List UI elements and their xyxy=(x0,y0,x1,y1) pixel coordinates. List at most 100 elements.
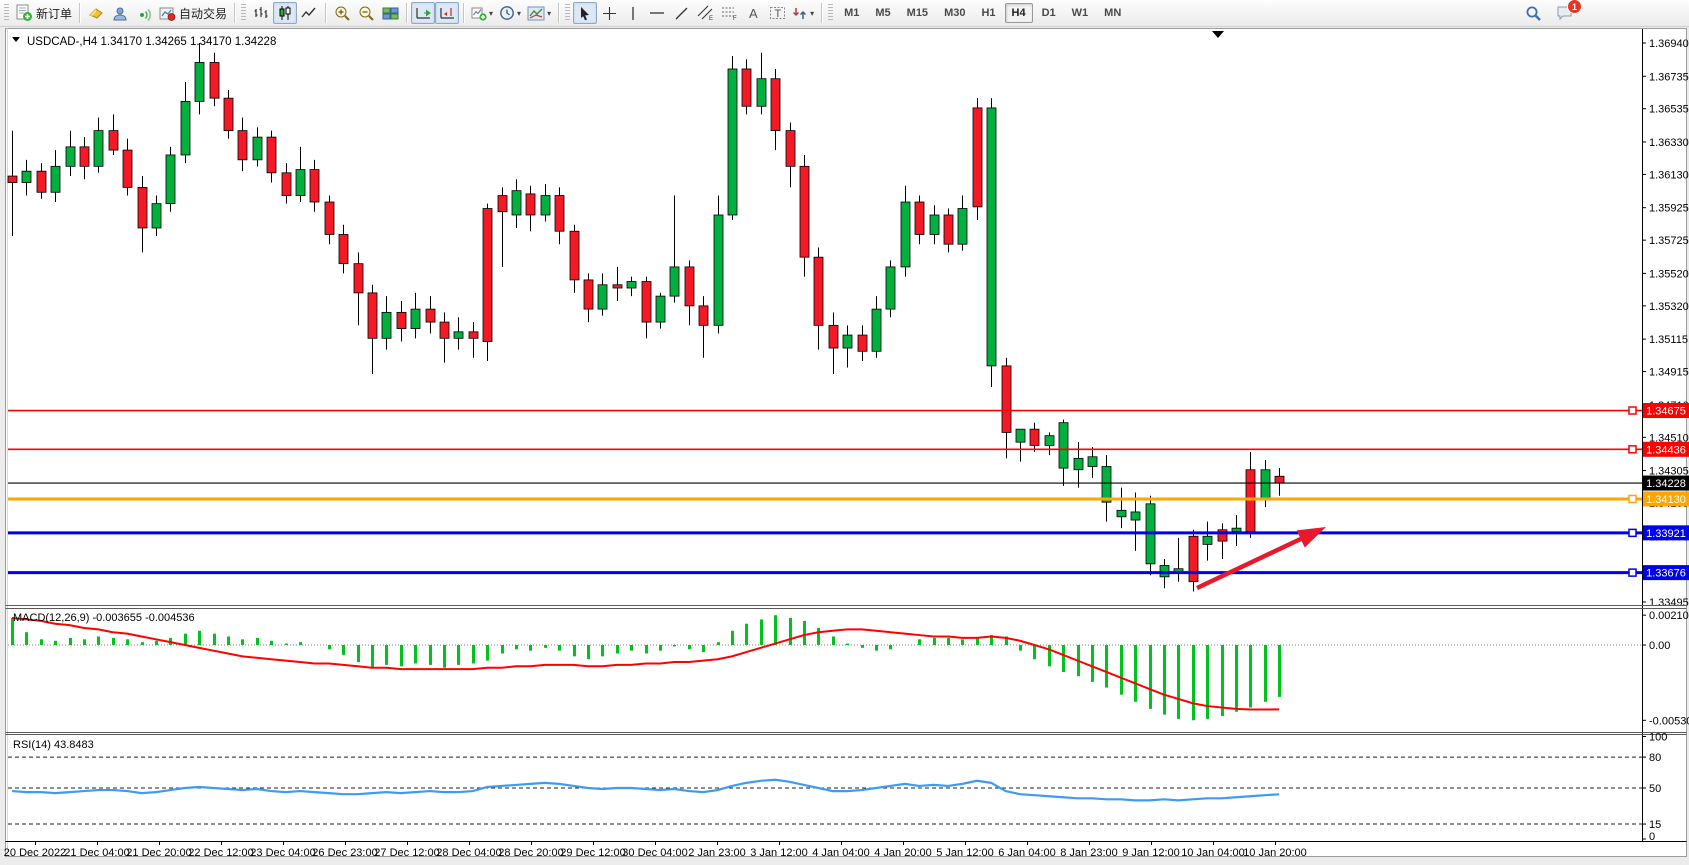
candlestick-icon xyxy=(277,5,293,21)
candle-body xyxy=(454,332,463,338)
timeframe-m30-button[interactable]: M30 xyxy=(937,3,972,23)
candle-body xyxy=(195,62,204,101)
candle-body xyxy=(915,202,924,234)
line-chart-mode-button[interactable] xyxy=(297,2,321,24)
hline-price-label-text: 1.33921 xyxy=(1646,528,1686,540)
auto-trading-icon xyxy=(159,6,176,21)
profile-icon xyxy=(112,6,128,21)
signal-button[interactable] xyxy=(132,2,156,24)
candle-body xyxy=(224,98,233,130)
add-indicator-icon xyxy=(471,6,487,21)
rsi-tick-label: 50 xyxy=(1649,783,1661,795)
profile-button[interactable] xyxy=(108,2,132,24)
candle-body xyxy=(1059,423,1068,468)
new-order-button[interactable]: 新订单 xyxy=(12,2,75,24)
svg-text:T: T xyxy=(774,8,781,20)
hline-marker[interactable] xyxy=(1629,446,1636,453)
candle-body xyxy=(51,166,60,192)
toolbar-separator xyxy=(406,3,407,23)
candle-body xyxy=(354,264,363,293)
price-tick-label: 1.35925 xyxy=(1649,203,1689,215)
chart-window[interactable]: USDCAD-,H4 1.34170 1.34265 1.34170 1.342… xyxy=(0,26,1689,865)
timeframe-d1-button[interactable]: D1 xyxy=(1035,3,1063,23)
chart-canvas[interactable]: USDCAD-,H4 1.34170 1.34265 1.34170 1.342… xyxy=(0,26,1689,865)
price-tick-label: 1.36940 xyxy=(1649,38,1689,50)
add-indicator-button[interactable]: ▾ xyxy=(468,2,496,24)
bar-chart-mode-button[interactable] xyxy=(249,2,273,24)
candle-body xyxy=(440,322,449,338)
hline-marker[interactable] xyxy=(1629,529,1636,536)
candle-body xyxy=(66,147,75,166)
search-button[interactable] xyxy=(1521,2,1545,24)
template-icon xyxy=(527,6,545,21)
auto-trading-button[interactable]: 自动交易 xyxy=(156,2,230,24)
timeframe-h4-button[interactable]: H4 xyxy=(1005,3,1033,23)
timeframe-m15-button[interactable]: M15 xyxy=(900,3,935,23)
timeframe-m5-button[interactable]: M5 xyxy=(868,3,897,23)
trendline-tool-button[interactable] xyxy=(669,2,693,24)
price-tick-label: 1.34915 xyxy=(1649,367,1689,379)
text-label-tool-button[interactable]: T xyxy=(765,2,789,24)
notifications-button[interactable]: 1 xyxy=(1553,2,1577,24)
hline-marker[interactable] xyxy=(1629,407,1636,414)
candle-body xyxy=(742,69,751,106)
toolbar-grip[interactable] xyxy=(4,4,9,22)
candle-body xyxy=(238,131,247,160)
candle-body xyxy=(152,204,161,228)
periods-button[interactable]: ▾ xyxy=(496,2,524,24)
candle-body xyxy=(123,150,132,187)
hline-price-label-text: 1.34436 xyxy=(1646,444,1686,456)
candle-body xyxy=(1275,476,1284,483)
hline-marker[interactable] xyxy=(1629,495,1636,502)
templates-button[interactable]: ▾ xyxy=(524,2,554,24)
text-tool-button[interactable]: A xyxy=(741,2,765,24)
zoom-in-button[interactable] xyxy=(330,2,354,24)
candle-body xyxy=(267,137,276,173)
rsi-tick-label: 100 xyxy=(1649,732,1667,744)
candle-body xyxy=(541,196,550,215)
toolbar: 新订单 xyxy=(0,0,1689,27)
zoom-out-button[interactable] xyxy=(354,2,378,24)
date-tick-label: 3 Jan 12:00 xyxy=(750,847,808,859)
cursor-tool-button[interactable] xyxy=(573,2,597,24)
candle-body xyxy=(483,209,492,342)
crosshair-tool-button[interactable] xyxy=(597,2,621,24)
timeframe-mn-button[interactable]: MN xyxy=(1097,3,1128,23)
hline-marker[interactable] xyxy=(1629,569,1636,576)
vertical-line-icon xyxy=(627,6,639,21)
wallet-button[interactable] xyxy=(84,2,108,24)
macd-tick-label: 0.00 xyxy=(1649,640,1670,652)
toolbar-grip[interactable] xyxy=(828,4,833,22)
candle-body xyxy=(1203,536,1212,544)
toolbar-grip[interactable] xyxy=(241,4,246,22)
candle-body xyxy=(1016,429,1025,442)
svg-text:F: F xyxy=(733,16,737,21)
candle-body xyxy=(339,234,348,263)
date-tick-label: 28 Dec 20:00 xyxy=(498,847,563,859)
tile-windows-button[interactable] xyxy=(378,2,402,24)
arrows-tool-button[interactable]: ▾ xyxy=(789,2,817,24)
fibonacci-tool-button[interactable]: F xyxy=(717,2,741,24)
new-order-icon xyxy=(15,4,33,22)
timeframe-h1-button[interactable]: H1 xyxy=(974,3,1002,23)
candlestick-mode-button[interactable] xyxy=(273,2,297,24)
horizontal-line-tool-button[interactable] xyxy=(645,2,669,24)
text-label-icon: T xyxy=(769,5,786,21)
candle-body xyxy=(498,196,507,212)
channel-tool-button[interactable]: E xyxy=(693,2,717,24)
timeframe-w1-button[interactable]: W1 xyxy=(1065,3,1096,23)
candle-body xyxy=(944,215,953,244)
candle-body xyxy=(210,62,219,98)
price-tick-label: 1.36130 xyxy=(1649,169,1689,181)
date-tick-label: 23 Dec 04:00 xyxy=(250,847,315,859)
candle-body xyxy=(138,187,147,228)
chart-shift-button[interactable] xyxy=(435,2,459,24)
toolbar-grip[interactable] xyxy=(565,4,570,22)
date-tick-label: 6 Jan 04:00 xyxy=(998,847,1056,859)
date-tick-label: 10 Jan 20:00 xyxy=(1243,847,1307,859)
auto-scroll-button[interactable] xyxy=(411,2,435,24)
vertical-line-tool-button[interactable] xyxy=(621,2,645,24)
candle-body xyxy=(325,202,334,234)
timeframe-m1-button[interactable]: M1 xyxy=(837,3,866,23)
candle-body xyxy=(973,108,982,207)
